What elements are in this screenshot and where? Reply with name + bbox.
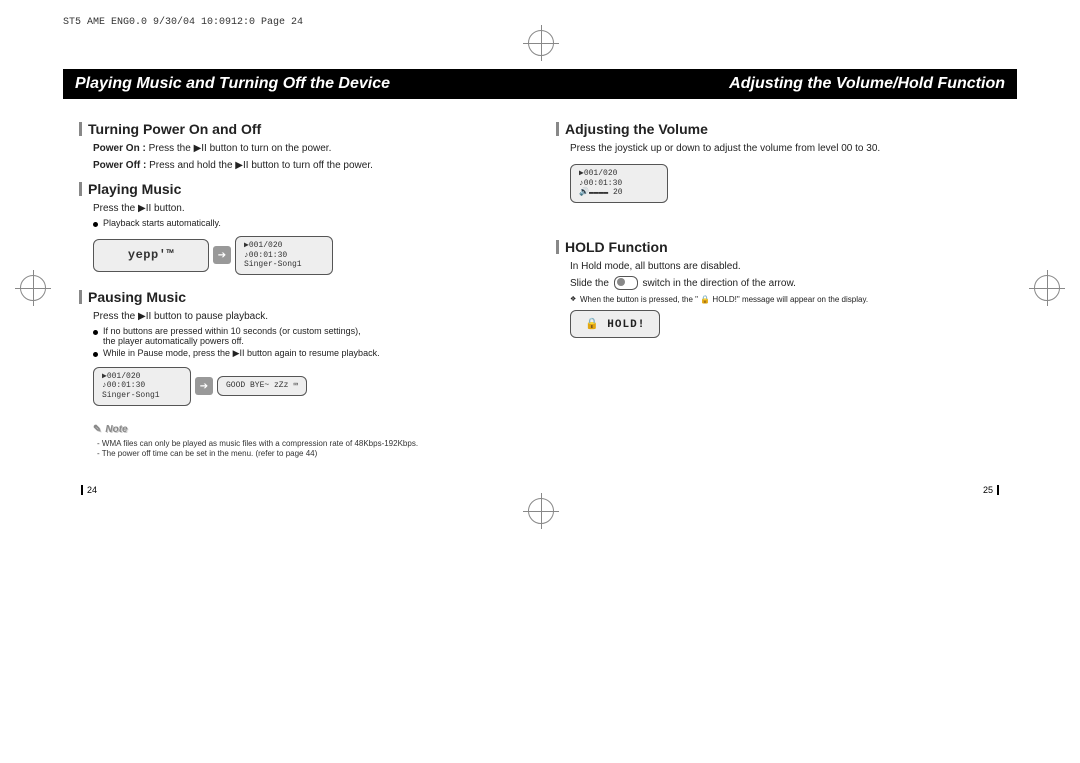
lcd-row-pause: ▶001/020 ♪00:01:30 Singer-Song1 ➔ GOOD B… <box>93 367 307 406</box>
title-right: Adjusting the Volume/Hold Function <box>729 75 1005 93</box>
label-power-on: Power On : <box>93 143 149 154</box>
hold-mode-desc: In Hold mode, all buttons are disabled. <box>570 259 1001 274</box>
lcd-volume: ▶001/020 ♪00:01:30 🔊▬▬▬▬ 20 <box>570 164 668 203</box>
section-title: HOLD Function <box>565 239 668 255</box>
text: If no buttons are pressed within 10 seco… <box>103 326 361 336</box>
note-heading: Note <box>93 424 524 435</box>
bullet-auto-off: If no buttons are pressed within 10 seco… <box>93 326 524 346</box>
lcd-row-volume: ▶001/020 ♪00:01:30 🔊▬▬▬▬ 20 <box>570 164 668 203</box>
right-page: Adjusting the Volume Press the joystick … <box>540 99 1017 459</box>
title-left: Playing Music and Turning Off the Device <box>75 75 390 93</box>
lcd-line: ▶001/020 <box>579 169 659 179</box>
power-off-line: Power Off : Press and hold the ▶II butto… <box>93 158 524 173</box>
text: the player automatically powers off. <box>103 336 244 346</box>
press-pause-line: Press the ▶II button to pause playback. <box>93 309 524 324</box>
section-title: Pausing Music <box>88 289 186 305</box>
hold-switch-icon <box>614 276 638 290</box>
lcd-line: Singer-Song1 <box>102 391 182 401</box>
hold-message-note: When the button is pressed, the " 🔒 HOLD… <box>570 295 1001 304</box>
lcd-line: ▶001/020 <box>102 372 182 382</box>
left-page: Turning Power On and Off Power On : Pres… <box>63 99 540 459</box>
note-poweroff-time: - The power off time can be set in the m… <box>97 449 524 458</box>
lcd-track-info: ▶001/020 ♪00:01:30 Singer-Song1 <box>235 236 333 275</box>
lcd-line: ♪00:01:30 <box>102 381 182 391</box>
section-pausing-music: Pausing Music <box>79 289 524 305</box>
lcd-line: ▶001/020 <box>244 241 324 251</box>
crop-target-right <box>1034 275 1060 301</box>
bullet-resume: While in Pause mode, press the ▶II butto… <box>93 348 524 359</box>
text: Slide the <box>570 278 609 289</box>
lcd-line: 🔊▬▬▬▬ 20 <box>579 188 659 198</box>
note-label: Note <box>105 424 127 435</box>
slide-switch-line: Slide the switch in the direction of the… <box>570 276 1001 291</box>
section-playing-music: Playing Music <box>79 181 524 197</box>
section-turning-power: Turning Power On and Off <box>79 121 524 137</box>
page-spread: Playing Music and Turning Off the Device… <box>63 45 1017 718</box>
text: switch in the direction of the arrow. <box>642 278 795 289</box>
section-title: Turning Power On and Off <box>88 121 261 137</box>
lcd-row-playing: yepp'™ ➔ ▶001/020 ♪00:01:30 Singer-Song1 <box>93 236 333 275</box>
bullet-playback-auto: Playback starts automatically. <box>93 218 524 228</box>
page-number-left: 24 <box>81 485 97 495</box>
crop-target-left <box>20 275 46 301</box>
power-on-line: Power On : Press the ▶II button to turn … <box>93 141 524 156</box>
arrow-icon: ➔ <box>213 246 231 264</box>
lcd-track-info: ▶001/020 ♪00:01:30 Singer-Song1 <box>93 367 191 406</box>
lcd-logo: yepp'™ <box>93 239 209 271</box>
text: Press the ▶II button to turn on the powe… <box>149 143 332 154</box>
arrow-icon: ➔ <box>195 377 213 395</box>
text: Press and hold the ▶II button to turn of… <box>149 160 373 171</box>
lcd-line: ♪00:01:30 <box>579 179 659 189</box>
section-hold-function: HOLD Function <box>556 239 1001 255</box>
lcd-hold-message: 🔒 HOLD! <box>570 310 660 338</box>
lcd-line: ♪00:01:30 <box>244 251 324 261</box>
print-header: ST5 AME ENG0.0 9/30/04 10:0912:0 Page 24 <box>63 17 303 28</box>
section-title: Playing Music <box>88 181 181 197</box>
lcd-line: Singer-Song1 <box>244 260 324 270</box>
volume-instruction: Press the joystick up or down to adjust … <box>570 141 1001 156</box>
title-bar: Playing Music and Turning Off the Device… <box>63 69 1017 99</box>
section-title: Adjusting the Volume <box>565 121 708 137</box>
press-play-line: Press the ▶II button. <box>93 201 524 216</box>
page-number-right: 25 <box>983 485 999 495</box>
lcd-goodbye: GOOD BYE~ zZz ⌨ <box>217 376 307 396</box>
label-power-off: Power Off : <box>93 160 149 171</box>
section-adjusting-volume: Adjusting the Volume <box>556 121 1001 137</box>
note-wma: - WMA files can only be played as music … <box>97 439 524 448</box>
